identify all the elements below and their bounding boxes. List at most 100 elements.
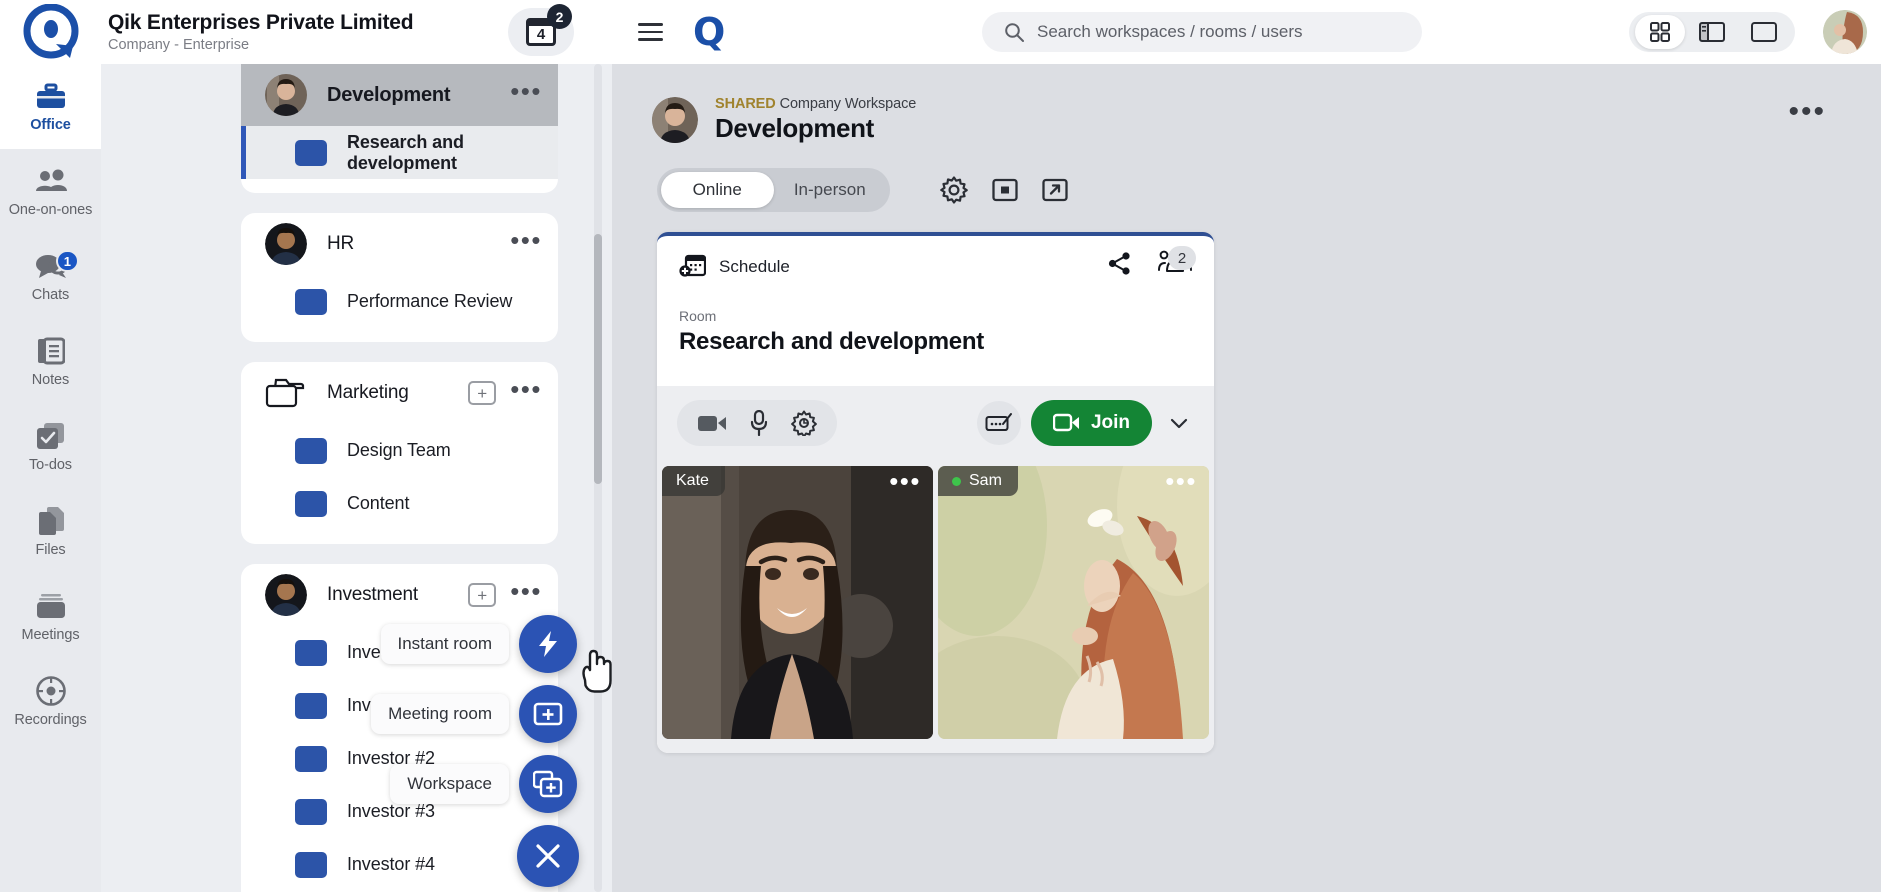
participants-count-badge: 2 [1168, 246, 1196, 270]
workspace-card-development: Development ••• Research and development [241, 64, 558, 193]
calendar-badge: 2 [547, 4, 572, 29]
sidebar-item-files[interactable]: Files [0, 489, 101, 574]
sidebar-item-chats[interactable]: 1 Chats [0, 234, 101, 319]
recordings-icon [34, 675, 68, 707]
workspace-more-icon[interactable]: ••• [1788, 97, 1826, 127]
search-bar[interactable] [982, 12, 1422, 52]
participant-more-icon[interactable]: ••• [889, 468, 921, 494]
user-avatar[interactable] [1823, 10, 1867, 54]
workspace-title: Development [327, 83, 451, 106]
join-button[interactable]: Join [1030, 400, 1152, 446]
workspace-more-icon[interactable]: ••• [510, 78, 542, 104]
room-row[interactable]: Design Team [241, 424, 558, 477]
avatar [265, 574, 307, 616]
tab-in-person[interactable]: In-person [774, 172, 887, 208]
lightning-bolt-icon [539, 631, 557, 657]
workspace-header[interactable]: Marketing + ••• [241, 362, 558, 424]
mouse-cursor [575, 648, 621, 705]
sidebar-scrollbar[interactable] [594, 64, 602, 892]
online-status-dot [952, 476, 961, 486]
avatar [265, 74, 307, 116]
app-root: Office One-on-ones 1 Chats Notes To-dos … [0, 0, 1881, 892]
grid-layout-button[interactable] [1635, 15, 1685, 49]
participant-name-chip: Kate [662, 466, 725, 496]
workspace-card-hr: HR ••• Performance Review [241, 213, 558, 342]
sidebar-item-label: Recordings [14, 712, 87, 728]
workspace-actions: + ••• [468, 564, 542, 626]
participant-tile[interactable]: Sam ••• [938, 466, 1209, 739]
room-color-swatch [295, 139, 327, 166]
room-row[interactable]: Investor #4 [241, 838, 558, 891]
workspace-header[interactable]: HR ••• [241, 213, 558, 275]
schedule-icon [679, 254, 706, 277]
add-room-button[interactable]: + [468, 583, 497, 607]
workspace-more-icon[interactable]: ••• [510, 578, 542, 604]
room-color-swatch [295, 692, 327, 719]
scrollbar-thumb[interactable] [594, 234, 602, 484]
sidebar-item-one-on-ones[interactable]: One-on-ones [0, 149, 101, 234]
workspace-fab[interactable]: Workspace [390, 755, 577, 813]
video-camera-icon [1052, 413, 1079, 432]
room-name: Content [347, 493, 410, 513]
instant-room-fab[interactable]: Instant room [380, 615, 577, 673]
sidebar-item-label: Office [30, 117, 71, 133]
brand-logo-letter[interactable]: Q [693, 13, 725, 51]
room-kicker: Room [679, 308, 717, 324]
join-controls: Join [976, 400, 1196, 446]
workspace-actions: ••• [510, 64, 542, 126]
company-text: Qik Enterprises Private Limited Company … [108, 11, 414, 53]
sidebar-item-todos[interactable]: To-dos [0, 404, 101, 489]
join-options-chevron-down-icon[interactable] [1162, 401, 1196, 445]
camera-icon[interactable] [697, 412, 727, 434]
workspace-header[interactable]: Development ••• [241, 64, 558, 126]
briefcase-icon [34, 80, 68, 112]
participant-tiles: Kate ••• Sam ••• [657, 460, 1214, 753]
single-layout-button[interactable] [1739, 15, 1789, 49]
company-subtitle: Company - Enterprise [108, 37, 250, 53]
workspace-title: Investment [327, 584, 418, 605]
company-name: Qik Enterprises Private Limited [108, 11, 414, 34]
search-input[interactable] [1037, 22, 1397, 42]
sidebar-item-label: Files [35, 542, 66, 558]
app-logo[interactable] [0, 0, 101, 64]
close-icon [536, 844, 560, 868]
room-row[interactable]: Performance Review [241, 275, 558, 328]
sidebar-item-label: To-dos [29, 457, 72, 473]
microphone-icon[interactable] [749, 410, 769, 436]
participant-tile[interactable]: Kate ••• [662, 466, 933, 739]
meetings-icon [34, 590, 68, 622]
sidebar-item-office[interactable]: Office [0, 64, 101, 149]
share-icon[interactable] [1107, 251, 1132, 276]
participants-icon[interactable]: 2 [1158, 246, 1196, 276]
workspace-title: Marketing [327, 382, 409, 403]
sidebar-item-notes[interactable]: Notes [0, 319, 101, 404]
workspace-header[interactable]: Investment + ••• [241, 564, 558, 626]
mode-toolbar: Online In-person [612, 144, 1881, 212]
people-icon [34, 165, 68, 197]
split-layout-button[interactable] [1687, 15, 1737, 49]
whiteboard-icon[interactable] [976, 401, 1021, 445]
room-name: Investor #4 [347, 854, 435, 874]
participant-more-icon[interactable]: ••• [1165, 468, 1197, 494]
mode-segmented-control: Online In-person [657, 168, 890, 212]
close-fab-menu-button[interactable] [517, 825, 579, 887]
device-settings-icon[interactable] [791, 410, 817, 436]
room-row[interactable]: Research and development [241, 126, 558, 179]
workspace-more-icon[interactable]: ••• [510, 227, 542, 253]
sidebar-item-recordings[interactable]: Recordings [0, 659, 101, 744]
tab-online[interactable]: Online [661, 172, 774, 208]
settings-gear-icon[interactable] [940, 176, 968, 204]
picture-in-picture-icon[interactable] [992, 178, 1018, 202]
shared-tag: SHARED [715, 96, 776, 112]
sidebar-item-label: Notes [31, 372, 70, 388]
open-external-icon[interactable] [1042, 178, 1068, 202]
room-title: Research and development [679, 328, 984, 355]
workspace-card-marketing: Marketing + ••• Design Team Content [241, 362, 558, 544]
calendar-button-wrap: 4 2 [508, 4, 574, 56]
add-room-button[interactable]: + [468, 381, 497, 405]
meeting-room-fab[interactable]: Meeting room [371, 685, 577, 743]
room-row[interactable]: Content [241, 477, 558, 530]
sidebar-item-meetings[interactable]: Meetings [0, 574, 101, 659]
workspace-more-icon[interactable]: ••• [510, 376, 542, 402]
menu-hamburger-icon[interactable] [638, 23, 663, 41]
